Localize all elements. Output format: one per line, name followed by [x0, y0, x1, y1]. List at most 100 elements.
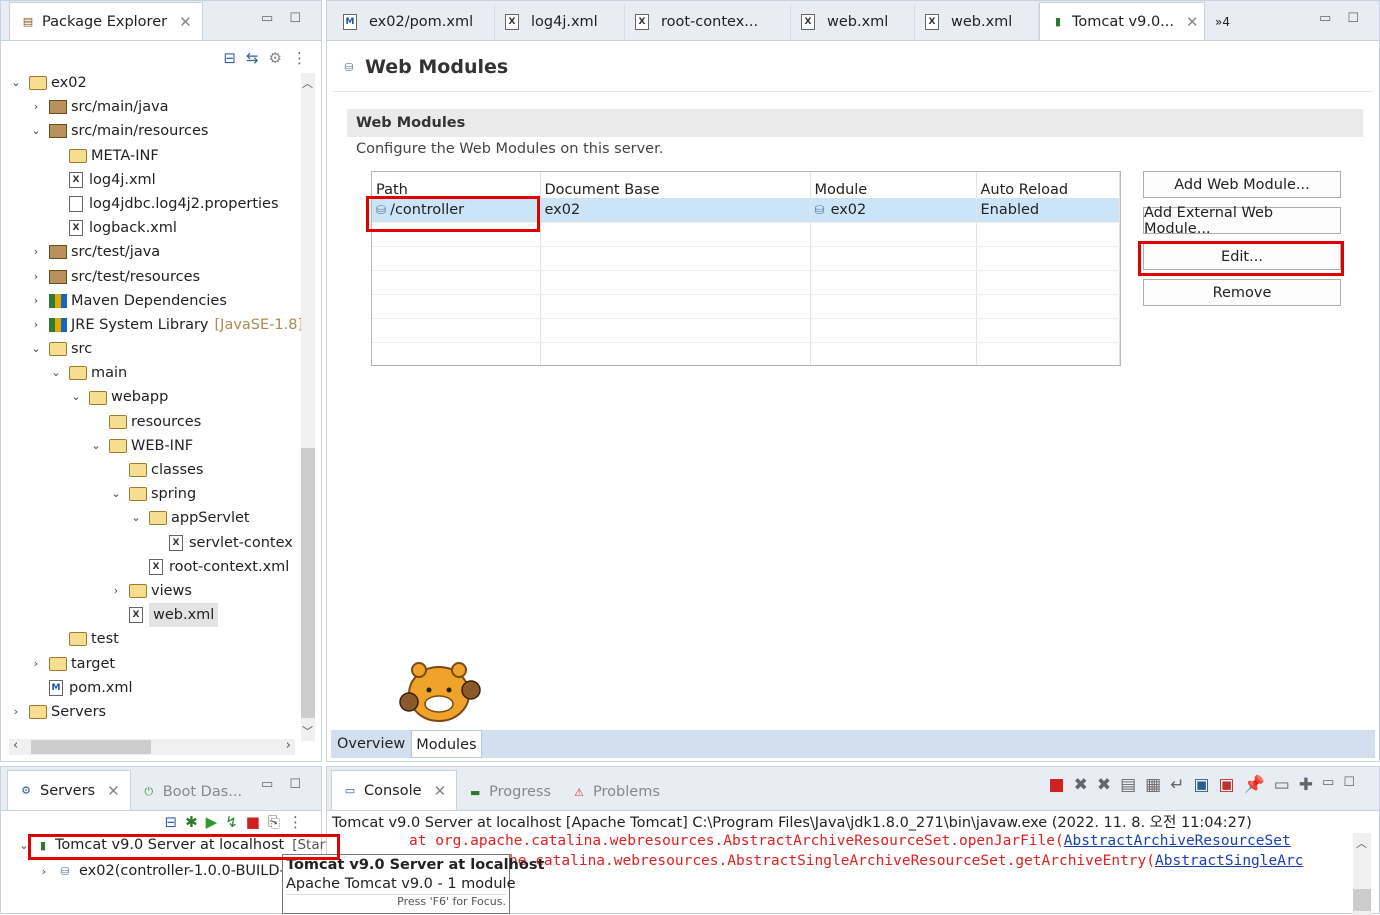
- tab-servers[interactable]: ⚙ Servers ✕: [7, 770, 131, 810]
- remove-launch-icon[interactable]: ✖: [1074, 775, 1088, 795]
- chevron-right-icon[interactable]: ›: [29, 289, 43, 313]
- scroll-right-icon[interactable]: ›: [286, 738, 291, 753]
- console-scrollbar[interactable]: ︿: [1353, 833, 1371, 915]
- server-module-row[interactable]: › ⛁ ex02(controller-1.0.0-BUILD-S: [37, 863, 294, 879]
- tab-overview[interactable]: Overview: [331, 736, 411, 752]
- chevron-down-icon[interactable]: ⌄: [49, 361, 63, 385]
- column-header-reload[interactable]: Auto Reload: [976, 172, 1120, 198]
- tree-item[interactable]: › target: [9, 652, 303, 676]
- close-icon[interactable]: ✕: [434, 782, 447, 800]
- tab-pom-xml[interactable]: M ex02/pom.xml: [333, 4, 495, 40]
- terminate-icon[interactable]: ■: [1049, 775, 1065, 795]
- chevron-down-icon[interactable]: ⌄: [129, 506, 143, 530]
- pin-console-icon[interactable]: 📌: [1244, 775, 1265, 795]
- chevron-down-icon[interactable]: ⌄: [69, 385, 83, 409]
- chevron-down-icon[interactable]: ⌄: [89, 434, 103, 458]
- scroll-up-icon[interactable]: ︿: [1356, 835, 1367, 851]
- filter-icon[interactable]: ⚙: [269, 49, 282, 67]
- remove-all-icon[interactable]: ✖: [1097, 775, 1111, 795]
- chevron-down-icon[interactable]: ⌄: [9, 71, 23, 95]
- tree-item[interactable]: ⌄ spring: [9, 482, 303, 506]
- view-menu-icon[interactable]: ⋮: [292, 49, 307, 67]
- link-with-editor-icon[interactable]: ⇆: [246, 49, 259, 67]
- display-console-icon[interactable]: ▭: [1274, 775, 1290, 795]
- maximize-icon[interactable]: ☐: [289, 11, 301, 26]
- tab-boot-dashboard[interactable]: ⏻ Boot Das...: [131, 774, 252, 810]
- tree-item[interactable]: › src/main/java: [9, 95, 303, 119]
- tree-item[interactable]: Xservlet-contex: [9, 531, 303, 555]
- tab-problems[interactable]: ⚠ Problems: [561, 774, 670, 810]
- column-header-docbase[interactable]: Document Base: [540, 172, 811, 198]
- publish-icon[interactable]: ⎘: [268, 813, 280, 831]
- scroll-down-icon[interactable]: ﹀: [302, 723, 313, 739]
- tab-console[interactable]: ▭ Console ✕: [331, 770, 458, 810]
- tab-web-xml-1[interactable]: X web.xml: [791, 4, 915, 40]
- tree-item[interactable]: › JRE System Library [JavaSE-1.8]: [9, 313, 303, 337]
- tree-item[interactable]: ⌄ main: [9, 361, 303, 385]
- cell-reload[interactable]: Enabled: [976, 198, 1120, 223]
- tree-item[interactable]: ⌄ appServlet: [9, 506, 303, 530]
- tab-root-context[interactable]: X root-contex...: [625, 4, 791, 40]
- tree-item[interactable]: Xlog4j.xml: [9, 168, 303, 192]
- chevron-right-icon[interactable]: ›: [29, 313, 43, 337]
- tree-item[interactable]: resources: [9, 410, 303, 434]
- tree-item[interactable]: classes: [9, 458, 303, 482]
- cell-module[interactable]: ⛁ ex02: [810, 198, 977, 223]
- chevron-right-icon[interactable]: ›: [29, 95, 43, 119]
- collapse-icon[interactable]: ⊟: [165, 813, 178, 831]
- profile-icon[interactable]: ↯: [225, 813, 238, 831]
- start-icon[interactable]: ▶: [206, 813, 218, 831]
- chevron-right-icon[interactable]: ›: [29, 652, 43, 676]
- clear-console-icon[interactable]: ▤: [1120, 775, 1136, 795]
- horizontal-scrollbar[interactable]: ‹ ›: [9, 738, 295, 755]
- chevron-down-icon[interactable]: ⌄: [29, 119, 43, 143]
- tree-item[interactable]: Xweb.xml: [9, 603, 303, 628]
- scrollbar-thumb[interactable]: [1353, 889, 1371, 911]
- close-icon[interactable]: ✕: [179, 13, 192, 31]
- column-header-path[interactable]: Path: [372, 172, 541, 198]
- tab-tomcat[interactable]: ▮ Tomcat v9.0... ✕: [1039, 2, 1205, 40]
- cell-docbase[interactable]: ex02: [540, 198, 811, 223]
- maximize-icon[interactable]: ☐: [289, 777, 301, 792]
- minimize-icon[interactable]: ▭: [261, 11, 273, 26]
- tree-item[interactable]: ⌄ ex02: [9, 71, 303, 95]
- tree-item[interactable]: log4jdbc.log4j2.properties: [9, 192, 303, 216]
- maximize-icon[interactable]: ☐: [1347, 11, 1359, 26]
- chevron-down-icon[interactable]: ⌄: [29, 337, 43, 361]
- chevron-right-icon[interactable]: ›: [29, 240, 43, 264]
- tree-item[interactable]: ⌄ webapp: [9, 385, 303, 409]
- hscroll-thumb[interactable]: [31, 740, 151, 754]
- tree-item[interactable]: › src/test/java: [9, 240, 303, 264]
- view-menu-icon[interactable]: ⋮: [288, 813, 303, 831]
- add-web-module-button[interactable]: Add Web Module...: [1143, 171, 1341, 198]
- vertical-scrollbar[interactable]: ︿ ﹀: [301, 73, 315, 741]
- column-header-module[interactable]: Module: [810, 172, 977, 198]
- tree-item[interactable]: Mpom.xml: [9, 676, 303, 700]
- chevron-right-icon[interactable]: ›: [9, 700, 23, 724]
- tree-item[interactable]: › views: [9, 579, 303, 603]
- collapse-all-icon[interactable]: ⊟: [223, 49, 236, 67]
- tree-item[interactable]: ⌄ src: [9, 337, 303, 361]
- remove-button[interactable]: Remove: [1143, 279, 1341, 306]
- chevron-down-icon[interactable]: ⌄: [109, 482, 123, 506]
- tab-log4j-xml[interactable]: X log4j.xml: [495, 4, 625, 40]
- maximize-icon[interactable]: ☐: [1343, 775, 1355, 795]
- minimize-icon[interactable]: ▭: [261, 777, 273, 792]
- minimize-icon[interactable]: ▭: [1319, 11, 1331, 26]
- tab-overflow[interactable]: »4: [1205, 4, 1240, 40]
- scroll-up-icon[interactable]: ︿: [302, 75, 313, 91]
- tab-package-explorer[interactable]: ▤ Package Explorer ✕: [9, 2, 203, 40]
- debug-icon[interactable]: ✱: [185, 813, 198, 831]
- chevron-right-icon[interactable]: ›: [109, 579, 123, 603]
- add-external-web-module-button[interactable]: Add External Web Module...: [1143, 205, 1341, 237]
- tree-item[interactable]: Xroot-context.xml: [9, 555, 303, 579]
- show-on-stdout-icon[interactable]: ▣: [1193, 775, 1209, 795]
- tab-modules[interactable]: Modules: [411, 730, 482, 758]
- close-icon[interactable]: ✕: [1186, 13, 1199, 31]
- tree-item[interactable]: › Servers: [9, 700, 303, 724]
- stack-link[interactable]: AbstractSingleArc: [1155, 853, 1303, 869]
- chevron-right-icon[interactable]: ›: [37, 865, 51, 878]
- close-icon[interactable]: ✕: [107, 782, 120, 800]
- tree-item[interactable]: test: [9, 627, 303, 651]
- minimize-icon[interactable]: ▭: [1322, 775, 1334, 795]
